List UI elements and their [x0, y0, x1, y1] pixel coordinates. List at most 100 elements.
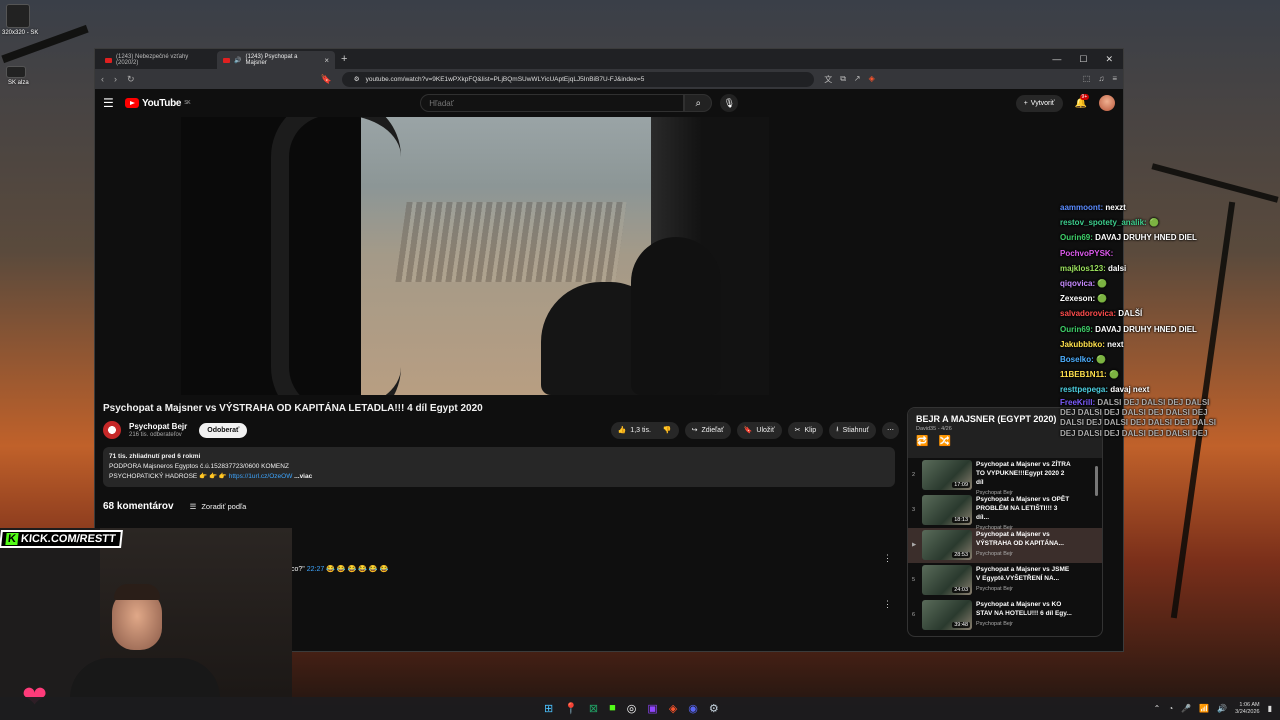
- desktop-app-icon[interactable]: [6, 4, 30, 28]
- microphone-icon[interactable]: 🎙: [720, 94, 739, 112]
- extensions-icon[interactable]: ⬚: [1083, 74, 1091, 85]
- notifications-icon[interactable]: 🔔 9+: [1075, 93, 1090, 109]
- reload-icon[interactable]: ↻: [127, 74, 135, 85]
- youtube-favicon-icon: [105, 57, 112, 63]
- chat-text: dalsi: [1108, 263, 1127, 273]
- twitch-icon[interactable]: ▣: [647, 702, 657, 715]
- sort-button[interactable]: ☰ Zoradiť podľa: [190, 502, 247, 511]
- close-window-icon[interactable]: ✕: [1105, 54, 1113, 65]
- description-link[interactable]: https://1url.cz/OzeOW: [229, 473, 293, 480]
- search-input[interactable]: [420, 94, 685, 112]
- download-label: Stiahnuť: [842, 426, 869, 434]
- chat-text: 🟢: [1096, 355, 1106, 365]
- chat-message: aammoont: nexzt: [1060, 200, 1280, 215]
- subscribe-button[interactable]: Odoberať: [199, 422, 248, 438]
- minimize-icon[interactable]: —: [1052, 54, 1061, 65]
- obs-icon[interactable]: ◎: [627, 702, 637, 715]
- maps-pin-icon[interactable]: 📍: [564, 702, 578, 715]
- avatar[interactable]: [1099, 95, 1115, 111]
- copy-icon[interactable]: ⧉: [840, 74, 846, 85]
- site-info-icon[interactable]: ⚙: [354, 75, 360, 83]
- playlist-scrollbar[interactable]: [1095, 466, 1098, 496]
- video-frame-window-edge: [271, 117, 401, 395]
- new-tab-icon[interactable]: +: [341, 53, 347, 65]
- chat-message: salvadorovica: DALŠÍ: [1060, 306, 1280, 321]
- browser-tab-active[interactable]: 🔊 (1243) Psychopat a Majsner ×: [217, 51, 335, 69]
- playlist-item-text: Psychopat a Majsner vs JSME V Egyptě.VYŠ…: [976, 565, 1072, 592]
- playlist-item[interactable]: 6 39:48 Psychopat a Majsner vs KO STAV N…: [908, 598, 1102, 633]
- brave-browser-icon[interactable]: ◈: [669, 702, 677, 715]
- youtube-logo[interactable]: YouTube SK: [125, 98, 191, 109]
- chat-text: DALŠÍ: [1118, 309, 1143, 319]
- maximize-icon[interactable]: ☐: [1079, 54, 1087, 65]
- share-icon[interactable]: ↗: [854, 74, 861, 85]
- chat-username: Jakubbbko:: [1060, 339, 1105, 349]
- bookmark-icon[interactable]: 🔖: [321, 74, 332, 85]
- chat-username: Boselko:: [1060, 355, 1094, 365]
- url-field[interactable]: ⚙ youtube.com/watch?v=9KE1wPXkpFQ&list=P…: [341, 71, 815, 87]
- comment-timestamp-link[interactable]: 22:27: [307, 566, 325, 573]
- chat-username: Zexeson:: [1060, 294, 1096, 304]
- volume-icon[interactable]: 🔊: [1217, 704, 1227, 713]
- menu-icon[interactable]: ≡: [1112, 74, 1117, 85]
- description-box[interactable]: 71 tis. zhliadnutí pred 6 rokmi PODPORA …: [103, 447, 895, 487]
- description-line: PODPORA Majsneros Egyptos č.ú.152837723/…: [109, 463, 289, 470]
- media-icon[interactable]: ♫: [1098, 74, 1104, 85]
- playlist-item-current[interactable]: ▶ 28:53 Psychopat a Majsner vs VÝSTRAHA …: [908, 528, 1102, 563]
- chat-username: FreeKrill:: [1060, 397, 1096, 407]
- playlist-item[interactable]: 3 18:13 Psychopat a Majsner vs OPĚT PROB…: [908, 493, 1102, 531]
- microphone-tray-icon[interactable]: 🎤: [1181, 704, 1191, 713]
- download-button[interactable]: ⭳ Stiahnuť: [829, 421, 876, 439]
- back-icon[interactable]: ‹: [101, 74, 104, 84]
- discord-icon[interactable]: ◉: [688, 702, 698, 715]
- translate-icon[interactable]: 文: [824, 74, 832, 85]
- search-button[interactable]: ⌕: [684, 94, 713, 112]
- show-more-link[interactable]: ...viac: [292, 473, 312, 480]
- wifi-icon[interactable]: 📶: [1199, 704, 1209, 713]
- notification-center-icon[interactable]: ▮: [1268, 704, 1272, 713]
- chat-message: Boselko: 🟢: [1060, 352, 1280, 367]
- notification-badge: 9+: [1079, 93, 1090, 100]
- address-bar: ‹ › ↻ 🔖 ⚙ youtube.com/watch?v=9KE1wPXkpF…: [95, 69, 1123, 89]
- brave-shield-icon[interactable]: ◈: [869, 74, 875, 85]
- more-icon: ⋯: [887, 427, 894, 434]
- playlist-item[interactable]: 5 24:03 Psychopat a Majsner vs JSME V Eg…: [908, 563, 1102, 598]
- share-button[interactable]: ↪ Zdieľať: [684, 421, 731, 439]
- forward-icon[interactable]: ›: [114, 74, 117, 84]
- channel-name[interactable]: Psychopat Bejr: [129, 422, 187, 431]
- desktop-app-icon[interactable]: [6, 66, 26, 78]
- comment-menu-icon[interactable]: ⋮: [883, 599, 892, 610]
- steam-icon[interactable]: ⚙: [709, 702, 719, 715]
- hamburger-menu-icon[interactable]: ☰: [103, 96, 125, 110]
- windows-start-icon[interactable]: ⊞: [544, 702, 553, 715]
- kick-banner: K KICK.COM/RESTT: [0, 530, 123, 548]
- loop-icon[interactable]: 🔁: [916, 436, 928, 447]
- tray-chevron-icon[interactable]: ⌃: [1154, 704, 1161, 713]
- dislike-icon[interactable]: 👎: [663, 426, 672, 434]
- channel-avatar[interactable]: [103, 421, 121, 439]
- channel-row: Psychopat Bejr 216 tis. odberateľov Odob…: [103, 419, 899, 441]
- create-button[interactable]: + Vytvoriť: [1015, 94, 1063, 112]
- playlist-item-text: Psychopat a Majsner vs OPĚT PROBLÉM NA L…: [976, 495, 1072, 531]
- tray-app-icon[interactable]: ◔: [1168, 704, 1173, 713]
- system-tray: ⌃ ◔ 🎤 📶 🔊 1:06 AM 3/24/2026 ▮: [1154, 702, 1272, 716]
- clip-button[interactable]: ✂ Klip: [787, 421, 824, 439]
- clock[interactable]: 1:06 AM 3/24/2026: [1235, 702, 1259, 716]
- playlist-item-title: Psychopat a Majsner vs KO STAV NA HOTELU…: [976, 601, 1072, 617]
- video-player[interactable]: [181, 117, 769, 395]
- save-button[interactable]: 🔖 Uložiť: [736, 421, 782, 439]
- shuffle-icon[interactable]: 🔀: [938, 436, 950, 447]
- comment-menu-icon[interactable]: ⋮: [883, 553, 892, 564]
- app-icon[interactable]: ■: [609, 702, 616, 715]
- playlist-item[interactable]: 2 17:09 Psychopat a Majsner vs ZÍTRA TO …: [908, 458, 1102, 496]
- browser-tab[interactable]: (1243) Nebezpečné vzťahy (2020/2): [99, 51, 217, 69]
- like-button[interactable]: 👍 1,3 tis. 👎: [610, 421, 679, 439]
- desktop-icon-label: SK alza: [8, 80, 29, 86]
- youtube-region: SK: [184, 100, 191, 106]
- excel-icon[interactable]: ⊠: [589, 702, 598, 715]
- playlist-panel: BEJR A MAJSNER (EGYPT 2020) David35 - 4/…: [907, 407, 1103, 637]
- chat-username: salvadorovica:: [1060, 309, 1117, 319]
- more-actions-button[interactable]: ⋯: [882, 421, 899, 439]
- close-tab-icon[interactable]: ×: [324, 56, 329, 65]
- chat-message: Jakubbbko: next: [1060, 337, 1280, 352]
